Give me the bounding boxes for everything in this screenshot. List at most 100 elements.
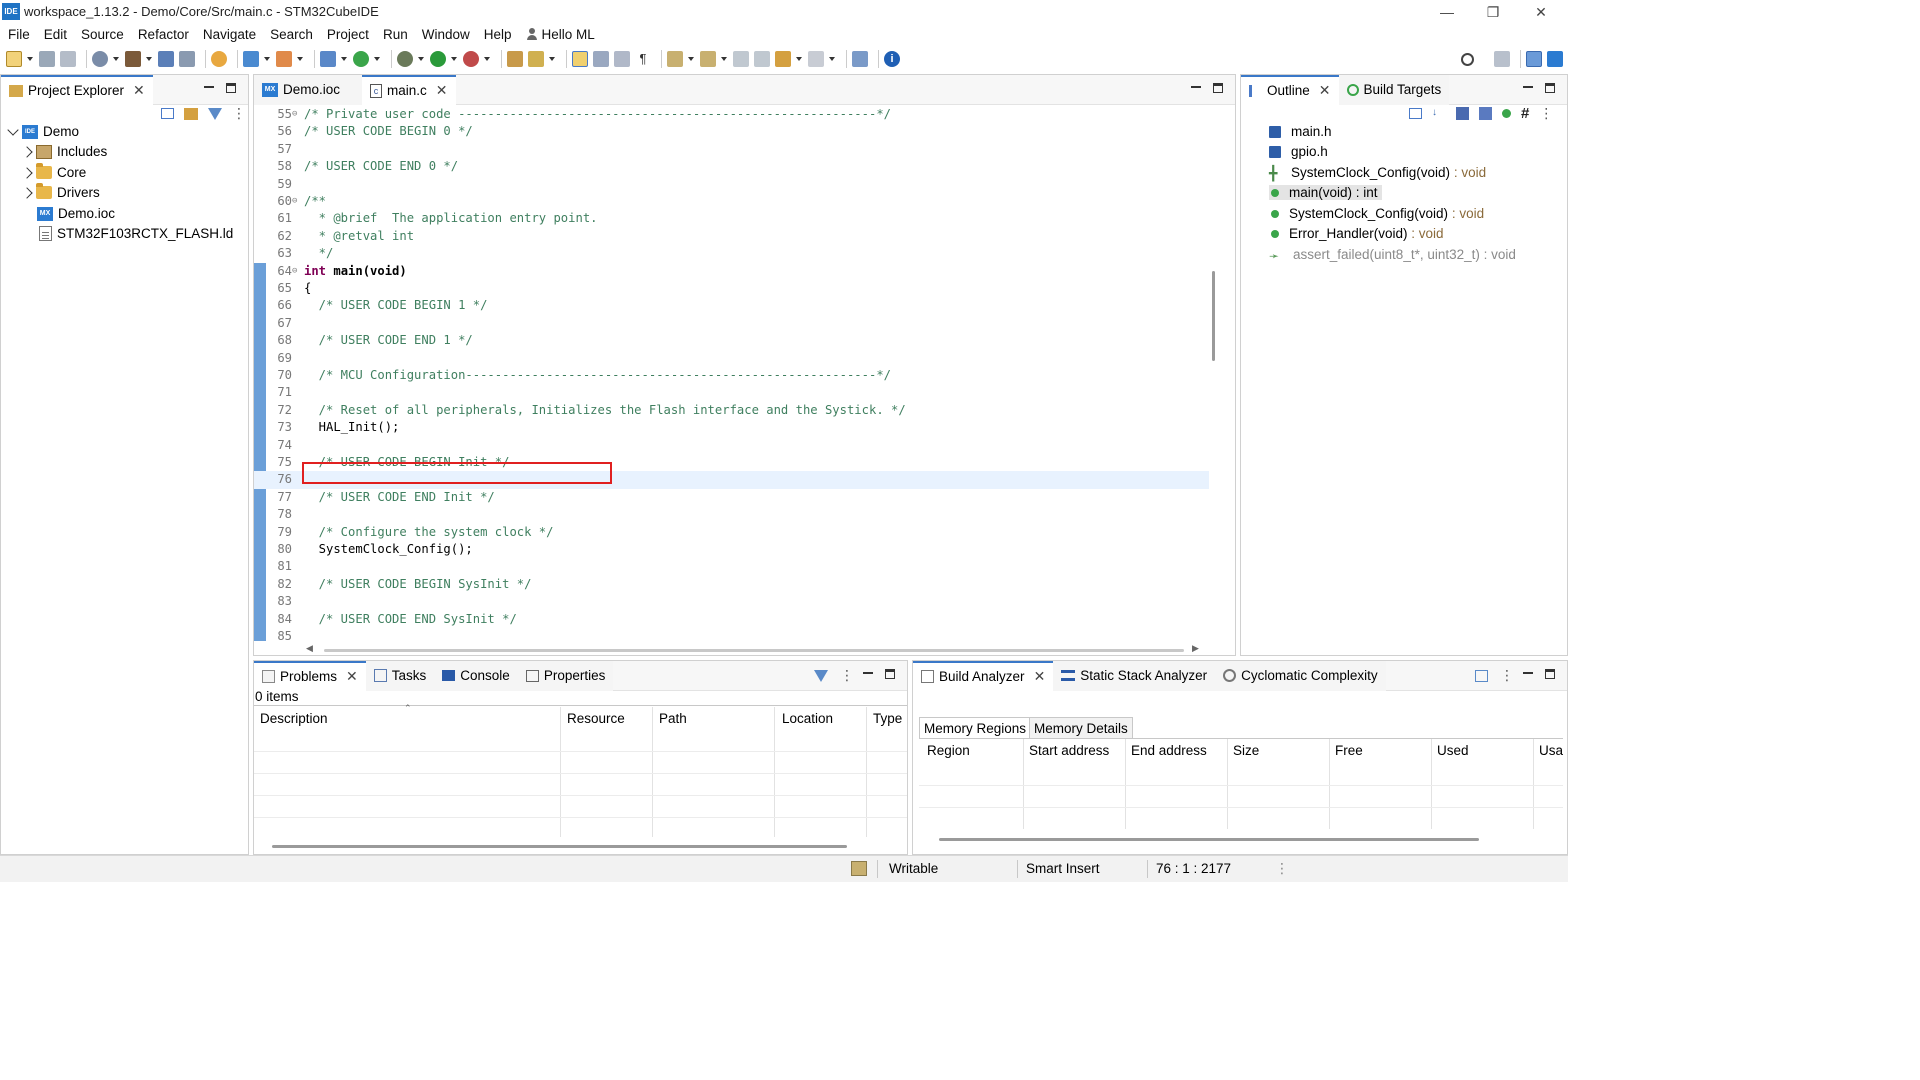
- code-line[interactable]: 61 * @brief The application entry point.: [254, 210, 1209, 227]
- restore-window-button[interactable]: ❐: [1470, 0, 1516, 24]
- debug-dropdown-icon[interactable]: [418, 57, 424, 61]
- view-menu-icon[interactable]: ⋮: [1539, 105, 1553, 122]
- save-icon[interactable]: [39, 51, 55, 67]
- link-with-editor-icon[interactable]: [184, 107, 198, 120]
- code-line[interactable]: 78: [254, 506, 1209, 523]
- forward-dropdown-icon[interactable]: [829, 57, 835, 61]
- next-annotation-icon[interactable]: [667, 51, 683, 67]
- close-icon[interactable]: ✕: [436, 82, 448, 99]
- menu-user-account[interactable]: Hello ML: [526, 27, 595, 42]
- forward-arrow-icon[interactable]: [808, 51, 824, 67]
- tab-tasks[interactable]: Tasks: [365, 660, 435, 691]
- external-tools-icon[interactable]: [463, 51, 479, 67]
- outline-item-assert-failed[interactable]: ➛ assert_failed(uint8_t*, uint32_t) : vo…: [1269, 247, 1516, 263]
- info-icon[interactable]: i: [884, 51, 900, 67]
- subtab-memory-details[interactable]: Memory Details: [1029, 717, 1133, 739]
- menu-refactor[interactable]: Refactor: [138, 27, 189, 42]
- menu-edit[interactable]: Edit: [44, 27, 67, 42]
- column-header-location[interactable]: Location: [782, 711, 833, 726]
- column-header-free[interactable]: Free: [1335, 743, 1363, 758]
- close-window-button[interactable]: ✕: [1518, 0, 1564, 24]
- binary-icon[interactable]: [158, 51, 174, 67]
- column-header-usage[interactable]: Usa: [1539, 743, 1563, 758]
- tree-item-demo-ioc[interactable]: MX Demo.ioc: [37, 206, 115, 221]
- export-icon[interactable]: [1475, 669, 1488, 682]
- pin-editor-icon[interactable]: [852, 51, 868, 67]
- mark-occurrences-icon[interactable]: [572, 51, 588, 67]
- outline-item-main-h[interactable]: main.h: [1269, 124, 1332, 139]
- tab-demo-ioc[interactable]: MX Demo.ioc: [254, 74, 362, 105]
- code-line[interactable]: 84 /* USER CODE END SysInit */: [254, 611, 1209, 628]
- menu-help[interactable]: Help: [484, 27, 512, 42]
- code-line[interactable]: 83: [254, 593, 1209, 610]
- code-line[interactable]: 56 /* USER CODE BEGIN 0 */: [254, 123, 1209, 140]
- run-dropdown-icon[interactable]: [451, 57, 457, 61]
- chevron-right-icon[interactable]: [21, 186, 33, 199]
- menu-window[interactable]: Window: [422, 27, 470, 42]
- maximize-panel-button[interactable]: [1545, 83, 1555, 93]
- code-line[interactable]: 60 ⊖/**: [254, 193, 1209, 210]
- column-header-start-address[interactable]: Start address: [1029, 743, 1109, 758]
- forward-edit-icon[interactable]: [754, 51, 770, 67]
- code-line[interactable]: 70 /* MCU Configuration-----------------…: [254, 367, 1209, 384]
- code-line[interactable]: 72 /* Reset of all peripherals, Initiali…: [254, 402, 1209, 419]
- build-dropdown-icon[interactable]: [146, 57, 152, 61]
- fold-toggle-icon[interactable]: ⊖: [292, 193, 302, 210]
- run-icon[interactable]: [430, 51, 446, 67]
- code-line[interactable]: 55 ⊖/* Private user code ----------------…: [254, 106, 1209, 123]
- column-header-size[interactable]: Size: [1233, 743, 1259, 758]
- toggle-whitespace-icon[interactable]: [614, 51, 630, 67]
- outline-item-main[interactable]: main(void) : int: [1269, 185, 1382, 200]
- tab-project-explorer[interactable]: Project Explorer ✕: [1, 74, 153, 105]
- tab-cyclomatic-complexity[interactable]: Cyclomatic Complexity: [1215, 660, 1386, 691]
- open-element-dropdown-icon[interactable]: [549, 57, 555, 61]
- problems-horizontal-scrollbar[interactable]: [272, 845, 847, 848]
- collapse-all-icon[interactable]: [161, 108, 174, 119]
- back-dropdown-icon[interactable]: [796, 57, 802, 61]
- next-annotation-dropdown-icon[interactable]: [688, 57, 694, 61]
- show-whitespace-icon[interactable]: ¶: [635, 51, 651, 67]
- column-header-path[interactable]: Path: [659, 711, 687, 726]
- code-line[interactable]: 64 ⊖ int main(void): [254, 263, 1209, 280]
- chevron-down-icon[interactable]: [7, 123, 19, 136]
- menu-search[interactable]: Search: [270, 27, 313, 42]
- refresh-icon[interactable]: [353, 51, 369, 67]
- new-project-icon[interactable]: [243, 51, 259, 67]
- column-header-used[interactable]: Used: [1437, 743, 1469, 758]
- code-editor[interactable]: 55 ⊖/* Private user code ----------------…: [254, 105, 1209, 641]
- code-line[interactable]: 65 {: [254, 280, 1209, 297]
- tab-outline[interactable]: Outline ✕: [1241, 74, 1339, 105]
- minimize-panel-button[interactable]: [1523, 86, 1533, 88]
- close-icon[interactable]: ✕: [346, 668, 358, 685]
- maximize-panel-button[interactable]: [1213, 83, 1223, 93]
- tree-item-demo[interactable]: IDE Demo: [7, 123, 79, 139]
- tab-static-stack-analyzer[interactable]: Static Stack Analyzer: [1053, 660, 1216, 691]
- maximize-panel-button[interactable]: [226, 83, 236, 93]
- toggle-block-icon[interactable]: [593, 51, 609, 67]
- editor-vertical-scrollbar[interactable]: [1212, 271, 1215, 361]
- menu-project[interactable]: Project: [327, 27, 369, 42]
- code-line[interactable]: 82 /* USER CODE BEGIN SysInit */: [254, 576, 1209, 593]
- hide-macros-icon[interactable]: #: [1521, 105, 1529, 122]
- code-line[interactable]: 73 HAL_Init();: [254, 419, 1209, 436]
- code-line[interactable]: 66 /* USER CODE BEGIN 1 */: [254, 297, 1209, 314]
- debug-bug-icon[interactable]: [211, 51, 227, 67]
- new-file-icon[interactable]: [320, 51, 336, 67]
- build-hammer-icon[interactable]: [125, 51, 141, 67]
- open-perspective-icon[interactable]: [1494, 51, 1510, 67]
- search-icon[interactable]: [1461, 52, 1474, 66]
- code-line[interactable]: 57: [254, 141, 1209, 158]
- status-menu-icon[interactable]: ⋮: [1275, 860, 1289, 877]
- back-arrow-icon[interactable]: [775, 51, 791, 67]
- new-icon[interactable]: [6, 51, 22, 67]
- external-tools-dropdown-icon[interactable]: [484, 57, 490, 61]
- minimize-panel-button[interactable]: [1191, 86, 1201, 88]
- status-task-icon[interactable]: [851, 861, 867, 876]
- maximize-panel-button[interactable]: [1545, 669, 1555, 679]
- new-dropdown-icon[interactable]: [27, 57, 33, 61]
- view-menu-icon[interactable]: ⋮: [232, 105, 246, 122]
- scroll-left-icon[interactable]: ◀: [306, 643, 313, 654]
- tab-main-c[interactable]: c main.c ✕: [362, 74, 456, 105]
- hide-static-icon[interactable]: [1479, 107, 1492, 120]
- subtab-memory-regions[interactable]: Memory Regions: [919, 717, 1032, 739]
